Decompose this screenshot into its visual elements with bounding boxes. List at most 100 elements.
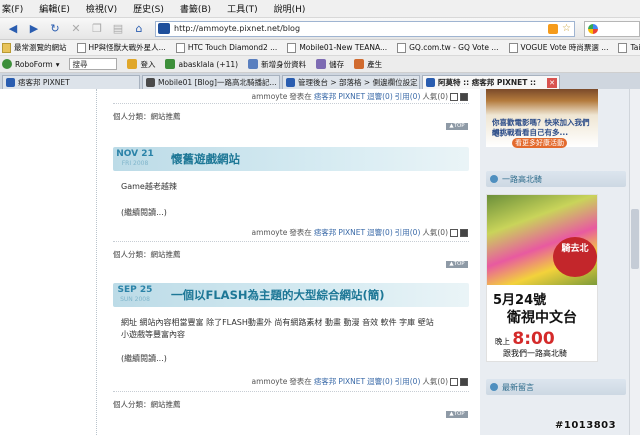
bookmarks-toolbar: 最常瀏覽的網站 HP與怪獸大戰外星人... HTC Touch Diamond2… (0, 40, 640, 56)
tab-pixnet[interactable]: 痞客邦 PIXNET (2, 75, 140, 89)
menu-file[interactable]: 案(F) (2, 2, 23, 15)
read-more-link[interactable]: (繼續閱讀...) (121, 207, 461, 219)
page-icon (287, 42, 297, 53)
save-button[interactable]: 儲存 (316, 59, 344, 70)
navigation-bar: ◀ ▶ ↻ ✕ ❐ ▤ ⌂ http://ammoyte.pixnet.net/… (0, 18, 640, 40)
google-search-icon (588, 23, 598, 34)
tab-favicon-icon (286, 78, 295, 87)
folder-icon (2, 42, 11, 53)
post-category[interactable]: 個人分類：網站推薦 (113, 399, 181, 410)
roboform-search-input[interactable]: 搜尋 (69, 58, 118, 70)
trackback-link[interactable]: 引用(0) (395, 227, 421, 238)
pixnet-link[interactable]: PIXNET (338, 377, 365, 386)
menu-edit[interactable]: 編輯(E) (39, 2, 70, 15)
post-header: SEP 25 SUN 2008 一個以FLASH為主題的大型綜合網站(簡) (113, 283, 469, 307)
login-button[interactable]: 登入 (127, 59, 155, 70)
search-box[interactable] (584, 20, 640, 37)
bookmark-item[interactable]: Mobile01-New TEANA... (287, 42, 387, 53)
menu-tools[interactable]: 工具(T) (227, 2, 258, 15)
trash-icon[interactable] (460, 92, 468, 101)
reload-icon[interactable]: ↻ (46, 21, 64, 37)
menu-help[interactable]: 說明(H) (274, 2, 306, 15)
bookmark-item[interactable]: 最常瀏覽的網站 (2, 42, 67, 53)
new-id-icon (248, 59, 259, 69)
post-title[interactable]: 懷舊遊戲網站 (171, 151, 240, 167)
tab-admin[interactable]: 管理後台 > 部落格 > 側邊欄位設定 (282, 75, 420, 89)
comments-link[interactable]: 迴響(0) (367, 91, 393, 102)
back-to-top-button[interactable]: ▲TOP (446, 123, 468, 130)
home-icon[interactable]: ⌂ (130, 21, 148, 37)
new-identity-button[interactable]: 新增身份資料 (248, 59, 306, 70)
back-icon[interactable]: ◀ (4, 21, 22, 37)
tab-mobile01[interactable]: Mobile01 [Blog]一路高北騎播記... (142, 75, 280, 89)
post-meta: ammoyte 發表在 痞客邦 PIXNET 迴響(0) 引用(0) 人氣(0) (252, 376, 468, 387)
read-more-link[interactable]: (繼續閱讀...) (121, 353, 461, 365)
post-category[interactable]: 個人分類：網站推薦 (113, 111, 181, 122)
cycling-ad-banner[interactable]: 騎去北 5月24號 衛視中文台 晚上 8:00 跟我們一路高北騎 (486, 194, 598, 362)
back-to-top-button[interactable]: ▲TOP (446, 261, 468, 268)
edit-icon[interactable] (450, 228, 458, 237)
more-events-button[interactable]: 看更多好康活動 (512, 138, 567, 148)
scrollbar-thumb[interactable] (631, 209, 639, 269)
page-icon (397, 42, 407, 53)
post-body: 網址 網站內容相當豐富 除了FLASH動畫外 尚有網路素材 動畫 動漫 音效 軟… (121, 318, 434, 327)
divider (113, 241, 469, 242)
tab-favicon-icon (6, 78, 15, 87)
generate-icon (354, 59, 365, 69)
post-meta: ammoyte 發表在 痞客邦 PIXNET 迴響(0) 引用(0) 人氣(0) (252, 91, 468, 102)
trackback-link[interactable]: 引用(0) (395, 91, 421, 102)
close-tab-icon[interactable]: ✕ (547, 77, 557, 88)
chevron-down-icon: ▾ (55, 59, 60, 69)
tab-ammoyte[interactable]: 阿莫特 :: 痞客邦 PIXNET :: ✕ (422, 75, 560, 89)
trash-icon[interactable] (460, 228, 468, 237)
menu-view[interactable]: 檢視(V) (86, 2, 117, 15)
menu-history[interactable]: 歷史(S) (133, 2, 164, 15)
bookmark-item[interactable]: GQ.com.tw - GQ Vote ... (397, 42, 499, 53)
save-icon (316, 59, 327, 69)
pixnet-link[interactable]: PIXNET (338, 92, 365, 101)
paste-icon[interactable]: ▤ (109, 21, 127, 37)
movie-ad-banner[interactable]: 你喜歡電影嗎？快來加入我們吧！ 想挑戰看看自己有多... 看更多好康活動 (486, 89, 598, 148)
forward-icon[interactable]: ▶ (25, 21, 43, 37)
site-link[interactable]: 痞客邦 (314, 91, 337, 102)
site-favicon-icon (158, 23, 170, 34)
roboform-button[interactable]: RoboForm ▾ (2, 59, 59, 69)
bookmark-item[interactable]: VOGUE Vote 時尚票選 ... (508, 42, 608, 53)
post-body: Game越老越辣 (121, 182, 177, 191)
ad-badge: 騎去北 (553, 237, 597, 277)
back-to-top-button[interactable]: ▲TOP (446, 411, 468, 418)
pixnet-link[interactable]: PIXNET (338, 228, 365, 237)
roboform-toolbar: RoboForm ▾ 搜尋 登入 abasklala (+11) 新增身份資料 儲… (0, 56, 640, 73)
stop-icon[interactable]: ✕ (67, 21, 85, 37)
copy-icon[interactable]: ❐ (88, 21, 106, 37)
bullet-icon (490, 383, 498, 391)
post-category[interactable]: 個人分類：網站推薦 (113, 249, 181, 260)
trash-icon[interactable] (460, 377, 468, 386)
watermark: #1013803 (555, 420, 617, 431)
bookmark-item[interactable]: HP與怪獸大戰外星人... (76, 42, 166, 53)
identity-button[interactable]: abasklala (+11) (165, 59, 238, 69)
edit-icon[interactable] (450, 377, 458, 386)
menu-bookmarks[interactable]: 書籤(B) (180, 2, 211, 15)
edit-icon[interactable] (450, 92, 458, 101)
rss-icon[interactable] (548, 23, 559, 34)
site-link[interactable]: 痞客邦 (314, 376, 337, 387)
roboform-icon (2, 59, 12, 69)
post-body: 小遊戲等豐富內容 (121, 330, 185, 339)
trackback-link[interactable]: 引用(0) (395, 376, 421, 387)
comments-link[interactable]: 迴響(0) (367, 376, 393, 387)
divider (113, 103, 469, 104)
comments-link[interactable]: 迴響(0) (367, 227, 393, 238)
bookmark-item[interactable]: HTC Touch Diamond2 ... (175, 42, 277, 53)
address-bar[interactable]: http://ammoyte.pixnet.net/blog ☆ (155, 20, 575, 37)
post-title[interactable]: 一個以FLASH為主題的大型綜合網站(簡) (171, 287, 385, 303)
divider (113, 391, 469, 392)
sidebar: 你喜歡電影嗎？快來加入我們吧！ 想挑戰看看自己有多... 看更多好康活動 一路高… (480, 89, 640, 435)
site-link[interactable]: 痞客邦 (314, 227, 337, 238)
tab-favicon-icon (426, 78, 435, 87)
bookmark-star-icon[interactable]: ☆ (562, 23, 571, 34)
bookmark-item[interactable]: Taipei Walker CINEM... (618, 42, 640, 53)
generate-button[interactable]: 產生 (354, 59, 382, 70)
widget-header: 最新留言 (486, 379, 626, 395)
vertical-scrollbar[interactable] (629, 89, 640, 435)
